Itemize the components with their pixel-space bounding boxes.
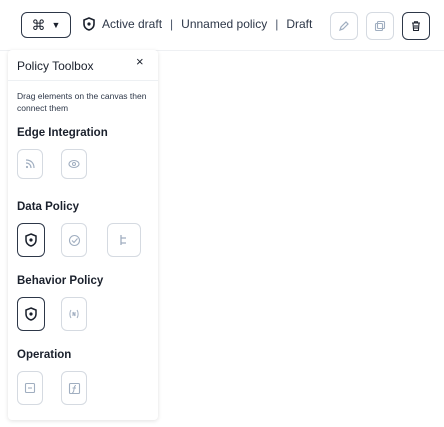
hierarchy-icon	[118, 234, 130, 246]
plugin-icon	[68, 158, 80, 170]
chevron-down-icon: ▼	[51, 20, 61, 30]
close-icon[interactable]: ×	[136, 54, 144, 69]
operation-tile[interactable]	[17, 371, 43, 405]
status-active-draft: Active draft	[102, 17, 163, 31]
rss-tile[interactable]	[17, 149, 43, 179]
section-title-edge-integration: Edge Integration	[17, 127, 108, 139]
section-title-operation: Operation	[17, 349, 72, 361]
behavior-policy-icon	[24, 307, 38, 321]
function-icon	[68, 382, 81, 395]
toolbox-title: Policy Toolbox	[17, 59, 94, 73]
toolbox-hint: Drag elements on the canvas then connect…	[17, 91, 147, 113]
plugin-tile[interactable]	[61, 149, 87, 179]
pencil-icon	[338, 20, 350, 32]
section-title-data-policy: Data Policy	[17, 201, 79, 213]
state-tile[interactable]	[61, 297, 87, 331]
shield-icon	[82, 17, 96, 31]
state-icon	[68, 308, 80, 320]
policy-toolbox-panel: Policy Toolbox × Drag elements on the ca…	[8, 50, 158, 420]
status-separator: |	[170, 17, 174, 31]
trash-icon	[410, 20, 422, 32]
data-policy-icon	[24, 233, 38, 247]
data-policy-tile[interactable]	[17, 223, 45, 257]
section-title-behavior-policy: Behavior Policy	[17, 275, 104, 287]
behavior-policy-tile[interactable]	[17, 297, 45, 331]
verified-tile[interactable]	[61, 223, 87, 257]
function-tile[interactable]	[61, 371, 87, 405]
policy-status: Active draft | Unnamed policy | Draft	[82, 17, 312, 31]
copy-button[interactable]	[366, 12, 394, 40]
status-draft-badge: Draft	[286, 17, 313, 31]
status-separator: |	[275, 17, 279, 31]
command-icon: ⌘	[31, 17, 46, 33]
rss-icon	[24, 158, 36, 170]
operation-icon	[24, 382, 36, 394]
hierarchy-tile[interactable]	[107, 223, 141, 257]
toolbox-header: Policy Toolbox ×	[8, 50, 158, 81]
verified-icon	[68, 234, 81, 247]
delete-button[interactable]	[402, 12, 430, 40]
status-policy-name: Unnamed policy	[181, 17, 268, 31]
top-toolbar: ⌘ ▼ Active draft | Unnamed policy | Draf…	[0, 0, 444, 51]
copy-icon	[374, 20, 386, 32]
edit-button[interactable]	[330, 12, 358, 40]
mode-select-dropdown[interactable]: ⌘ ▼	[21, 12, 71, 38]
